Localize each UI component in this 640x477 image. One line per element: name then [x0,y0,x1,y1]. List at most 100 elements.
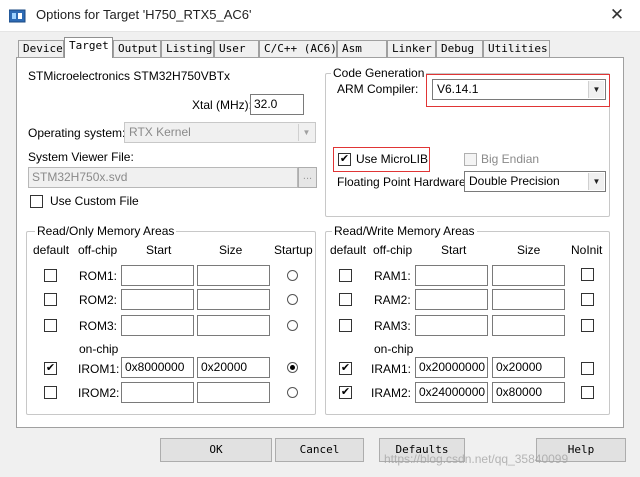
ram3-start-input[interactable] [415,315,488,336]
use-microlib-checkbox[interactable]: ✔ [338,153,351,166]
chevron-down-icon: ▼ [298,124,314,141]
ro-header-default: default [33,243,70,257]
tab-user[interactable]: User [214,40,259,57]
ram1-noinit-checkbox[interactable] [581,268,594,281]
tab-linker[interactable]: Linker [387,40,436,57]
arm-compiler-label: ARM Compiler: [337,82,419,96]
ram3-size-input[interactable] [492,315,565,336]
ro-header-size: Size [219,243,243,257]
rom1-start-input[interactable] [121,265,194,286]
ram2-noinit-checkbox[interactable] [581,293,594,306]
rom3-startup-radio[interactable] [287,320,298,331]
iram1-noinit-checkbox[interactable] [581,362,594,375]
tab-utilities[interactable]: Utilities [483,40,550,57]
rom2-start-input[interactable] [121,289,194,310]
irom2-startup-radio[interactable] [287,387,298,398]
device-name: STMicroelectronics STM32H750VBTx [28,69,231,83]
ram2-start-input[interactable] [415,289,488,310]
svf-browse-button[interactable]: ... [298,167,317,188]
ro-memory-legend: Read/Only Memory Areas [35,224,177,238]
tab-device[interactable]: Device [18,40,64,57]
ro-header-startup: Startup [274,243,313,257]
os-select-value: RTX Kernel [129,125,191,139]
ram1-start-input[interactable] [415,265,488,286]
fp-hardware-select[interactable]: Double Precision ▼ [464,171,606,192]
irom1-default-checkbox[interactable]: ✔ [44,362,57,375]
use-custom-file-checkbox[interactable] [30,195,43,208]
code-generation-legend: Code Generation [331,66,427,80]
irom2-default-checkbox[interactable] [44,386,57,399]
irom2-start-input[interactable] [121,382,194,403]
xtal-input[interactable]: 32.0 [250,94,304,115]
chevron-down-icon: ▼ [588,173,604,190]
os-label: Operating system: [28,126,126,140]
rw-memory-legend: Read/Write Memory Areas [332,224,477,238]
rw-header-start: Start [441,243,467,257]
ram2-size-input[interactable] [492,289,565,310]
fp-hardware-label: Floating Point Hardware: [337,175,470,189]
big-endian-checkbox[interactable] [464,153,477,166]
rom1-label: ROM1: [79,269,118,283]
iram2-start-input[interactable]: 0x24000000 [415,382,488,403]
xtal-label: Xtal (MHz): [192,98,252,112]
rw-onchip-label: on-chip [374,342,414,356]
ram3-label: RAM3: [374,319,411,333]
rom1-default-checkbox[interactable] [44,269,57,282]
iram1-label: IRAM1: [371,362,412,376]
rom3-label: ROM3: [79,319,118,333]
irom1-startup-radio[interactable] [287,362,298,373]
rom3-default-checkbox[interactable] [44,319,57,332]
rw-header-size: Size [517,243,541,257]
ram1-size-input[interactable] [492,265,565,286]
ram3-noinit-checkbox[interactable] [581,319,594,332]
rom2-size-input[interactable] [197,289,270,310]
use-custom-file-label: Use Custom File [50,194,139,208]
irom1-label: IROM1: [78,362,120,376]
big-endian-label: Big Endian [481,152,540,166]
cancel-button[interactable]: Cancel [275,438,364,462]
iram2-size-input[interactable]: 0x80000 [492,382,565,403]
svf-label: System Viewer File: [28,150,134,164]
os-select[interactable]: RTX Kernel ▼ [124,122,316,143]
iram1-default-checkbox[interactable]: ✔ [339,362,352,375]
ro-onchip-label: on-chip [79,342,119,356]
window-title: Options for Target 'H750_RTX5_AC6' [36,7,252,22]
rom3-start-input[interactable] [121,315,194,336]
iram2-default-checkbox[interactable]: ✔ [339,386,352,399]
rom3-size-input[interactable] [197,315,270,336]
irom1-size-input[interactable]: 0x20000 [197,357,270,378]
tab-cpp-ac6[interactable]: C/C++ (AC6) [259,40,337,57]
keil-app-icon [9,9,26,23]
tab-listing[interactable]: Listing [161,40,214,57]
irom1-start-input[interactable]: 0x8000000 [121,357,194,378]
tab-output[interactable]: Output [113,40,161,57]
iram1-size-input[interactable]: 0x20000 [492,357,565,378]
rom2-default-checkbox[interactable] [44,293,57,306]
use-microlib-label: Use MicroLIB [356,152,429,166]
rom1-size-input[interactable] [197,265,270,286]
rw-header-noinit: NoInit [571,243,603,257]
fp-hardware-value: Double Precision [469,174,560,188]
tab-debug[interactable]: Debug [436,40,483,57]
title-bar: Options for Target 'H750_RTX5_AC6' ✕ [0,0,640,32]
arm-compiler-select[interactable]: V6.14.1 ▼ [432,79,606,100]
ram3-default-checkbox[interactable] [339,319,352,332]
ram1-default-checkbox[interactable] [339,269,352,282]
iram2-noinit-checkbox[interactable] [581,386,594,399]
arm-compiler-value: V6.14.1 [437,82,479,96]
ram2-default-checkbox[interactable] [339,293,352,306]
iram1-start-input[interactable]: 0x20000000 [415,357,488,378]
watermark: https://blog.csdn.net/qq_35840099 [384,452,569,466]
tab-target[interactable]: Target [64,37,113,58]
ram2-label: RAM2: [374,293,411,307]
rom2-startup-radio[interactable] [287,294,298,305]
svf-input[interactable]: STM32H750x.svd [28,167,298,188]
ok-button[interactable]: OK [160,438,272,462]
ro-header-offchip: off-chip [78,243,118,257]
rom1-startup-radio[interactable] [287,270,298,281]
irom2-label: IROM2: [78,386,120,400]
tab-asm[interactable]: Asm [337,40,387,57]
irom2-size-input[interactable] [197,382,270,403]
close-icon[interactable]: ✕ [604,4,630,26]
rw-header-default: default [330,243,367,257]
